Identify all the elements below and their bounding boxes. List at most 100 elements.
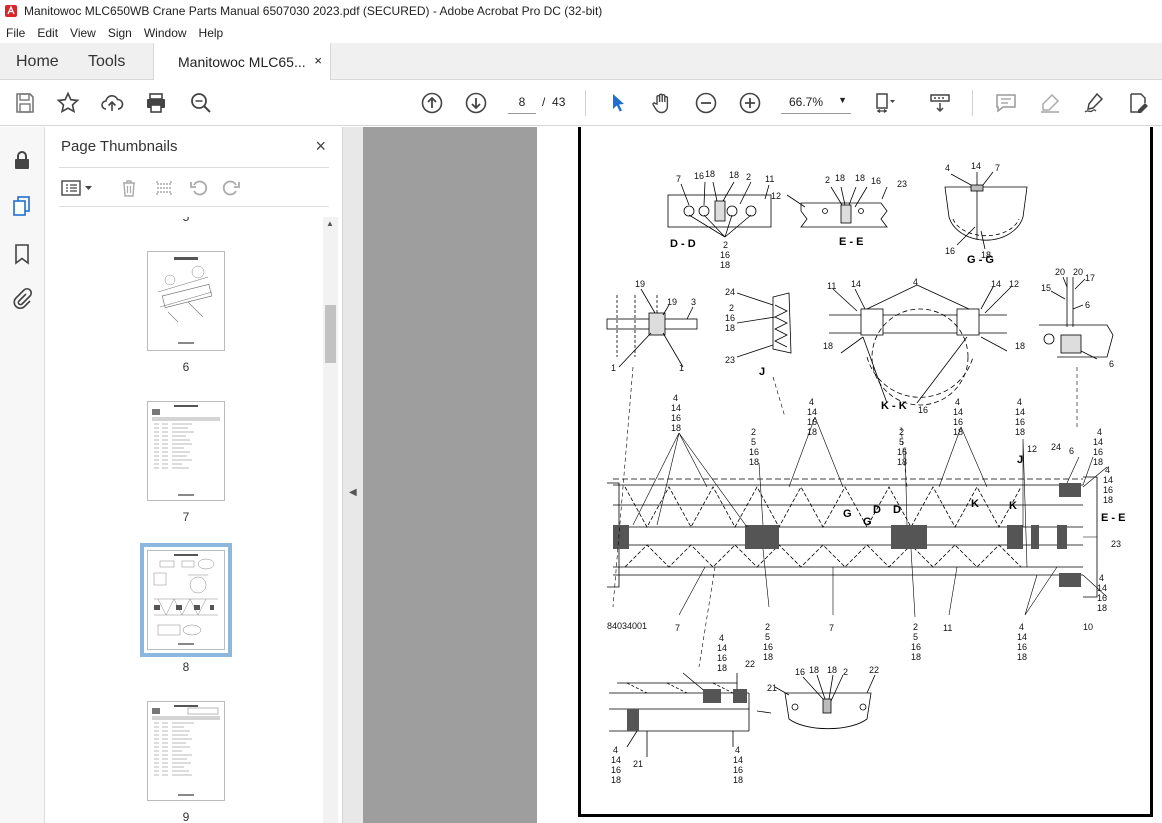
scrollbar-thumb[interactable] (325, 305, 336, 363)
section-letter: G (843, 508, 852, 520)
section-letter: D (893, 504, 901, 516)
callout: 1 (679, 363, 684, 373)
comment-icon[interactable] (994, 91, 1018, 115)
thumbnail-drawing (157, 257, 213, 344)
callout: 18 (823, 341, 833, 351)
page-thumbnails-icon[interactable] (11, 195, 33, 217)
callout: 16 (807, 417, 817, 427)
edit-pdf-icon[interactable] (1126, 91, 1150, 115)
section-letter: K (971, 498, 979, 510)
tab-document[interactable]: Manitowoc MLC65... × (153, 43, 331, 80)
attachment-icon[interactable] (11, 287, 33, 309)
hand-tool-icon[interactable] (650, 91, 674, 115)
zoom-level-select[interactable]: 66.7% ▼ (781, 90, 851, 114)
pdf-page: 7 16 18 18 2 11 2 16 18 D - D 2 18 18 16… (537, 127, 1162, 823)
menu-edit[interactable]: Edit (31, 26, 64, 40)
callout: 18 (729, 170, 739, 180)
star-icon[interactable] (56, 91, 80, 115)
zoom-in-icon[interactable] (738, 91, 762, 115)
toolbar: 8 / 43 66.7% ▼ (0, 80, 1162, 126)
thumbnail-drawing (153, 554, 218, 645)
callout: 7 (995, 163, 1000, 173)
menu-help[interactable]: Help (193, 26, 230, 40)
callout: 18 (1015, 427, 1025, 437)
callout: 2 (899, 427, 904, 437)
highlight-pen-icon[interactable] (1038, 91, 1062, 115)
callout: 22 (869, 665, 879, 675)
thumbnail-page-8[interactable] (140, 543, 232, 657)
thumbnail-list: 5 6 7 8 9 (45, 217, 323, 823)
callout: 14 (1103, 475, 1113, 485)
menu-sign[interactable]: Sign (102, 26, 138, 40)
document-view[interactable]: 7 16 18 18 2 11 2 16 18 D - D 2 18 18 16… (363, 127, 1162, 823)
callout: 14 (971, 161, 981, 171)
page-total: 43 (552, 95, 566, 109)
callout: 11 (943, 623, 952, 633)
menu-file[interactable]: File (0, 26, 31, 40)
callout: 14 (991, 279, 1001, 289)
insert-page-icon[interactable] (154, 178, 174, 198)
zoom-value: 66.7% (789, 95, 824, 109)
callout: 19 (635, 279, 645, 289)
thumbnail-label: 8 (182, 660, 190, 674)
callout: 14 (1097, 583, 1107, 593)
delete-page-icon[interactable] (119, 178, 139, 198)
menu-window[interactable]: Window (138, 26, 193, 40)
toolbar-divider (972, 90, 973, 116)
callout: 18 (1015, 341, 1025, 351)
page-thumbnails-panel: Page Thumbnails × 5 6 7 8 9 ▲ (45, 127, 343, 823)
callout: 4 (913, 277, 918, 287)
thumbnail-page-9[interactable] (147, 701, 225, 801)
next-page-icon[interactable] (464, 91, 488, 115)
zoom-out-icon[interactable] (694, 91, 718, 115)
scroll-up-icon[interactable]: ▲ (326, 219, 334, 228)
tab-tools[interactable]: Tools (88, 53, 125, 71)
print-icon[interactable] (144, 91, 168, 115)
sign-pen-icon[interactable] (1082, 91, 1106, 115)
callout: 16 (953, 417, 963, 427)
detail-pin (606, 288, 698, 368)
section-label: D - D (670, 238, 696, 250)
rotate-left-icon[interactable] (189, 178, 209, 198)
callout: 12 (1009, 279, 1019, 289)
callout: 2 (825, 175, 830, 185)
callout: 18 (763, 652, 773, 662)
bookmark-icon[interactable] (11, 243, 33, 265)
callout: 15 (1041, 283, 1051, 293)
thumbnail-page-6[interactable] (147, 251, 225, 351)
upload-cloud-icon[interactable] (100, 91, 124, 115)
thumbnail-scrollbar[interactable]: ▲ (323, 217, 338, 823)
prev-page-icon[interactable] (420, 91, 444, 115)
page-fit-icon[interactable] (873, 91, 897, 115)
callout: 4 (735, 745, 740, 755)
callout: 21 (767, 683, 777, 693)
callout: 16 (611, 765, 621, 775)
thumbnail-page-7[interactable] (147, 401, 225, 501)
options-menu-icon[interactable] (61, 178, 95, 198)
callout: 6 (1069, 446, 1074, 456)
detail-bottom-left-blocks (627, 689, 747, 731)
callout: 23 (725, 355, 735, 365)
menu-view[interactable]: View (64, 26, 102, 40)
part-number: 84034001 (607, 621, 647, 631)
callout: 16 (1103, 485, 1113, 495)
scroll-mode-icon[interactable] (928, 91, 952, 115)
page-number-input[interactable]: 8 (508, 90, 536, 114)
rotate-right-icon[interactable] (221, 178, 241, 198)
callout: 18 (717, 663, 727, 673)
close-panel-icon[interactable]: × (315, 136, 326, 157)
select-pointer-icon[interactable] (606, 91, 630, 115)
callout: 4 (1105, 465, 1110, 475)
callout: 14 (851, 279, 861, 289)
close-tab-icon[interactable]: × (314, 53, 322, 68)
save-icon[interactable] (13, 91, 37, 115)
tab-home[interactable]: Home (16, 53, 59, 71)
callout: 20 (1055, 267, 1065, 277)
panel-collapse-handle[interactable]: ◀ (343, 127, 363, 823)
lock-icon[interactable] (11, 149, 33, 171)
callout: 16 (717, 653, 727, 663)
callout: 16 (911, 642, 921, 652)
zoom-search-icon[interactable] (189, 91, 213, 115)
section-letter: D (873, 504, 881, 516)
callout: 16 (871, 176, 881, 186)
